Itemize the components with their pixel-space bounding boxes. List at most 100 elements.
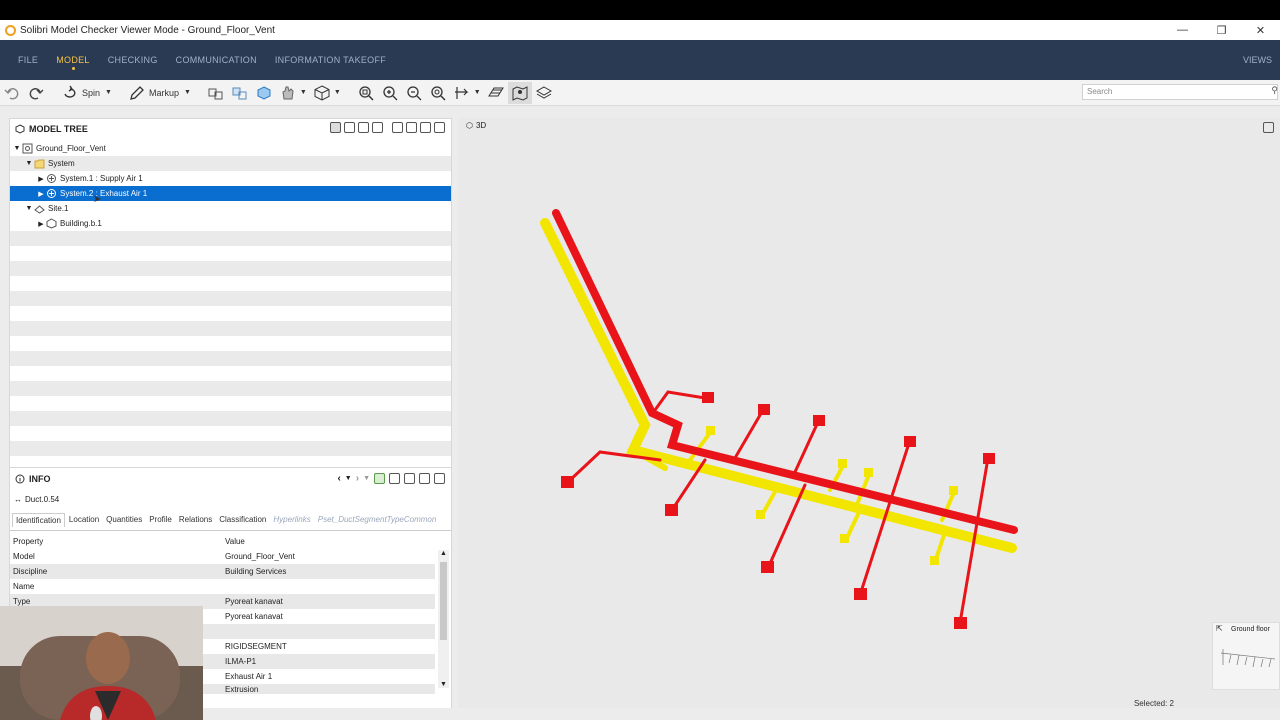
empty-row [10,411,451,426]
presenter-image [0,606,203,720]
tab-classification[interactable]: Classification [216,513,269,527]
show-all-button[interactable] [204,82,228,104]
collapse-icon[interactable]: ▼ [24,160,34,167]
exhaust-air-system[interactable] [552,209,1018,629]
tab-hyperlinks[interactable]: Hyperlinks [270,513,313,527]
tree-row-site[interactable]: ▼ Site.1 [10,201,451,216]
lock-icon[interactable] [392,122,403,133]
menu-communication[interactable]: COMMUNICATION [176,40,257,80]
transparent-button[interactable] [228,82,252,104]
tab-quantities[interactable]: Quantities [103,513,145,527]
search-icon[interactable]: ⚲ [1271,85,1278,96]
selected-object: ↔ Duct.0.54 [14,495,59,504]
redo-button[interactable] [24,82,48,104]
hand-icon [282,86,294,99]
app-icon [5,24,16,36]
building-icon [46,218,57,229]
undo-button[interactable] [0,82,24,104]
history-dropdown-icon[interactable]: ▼ [345,475,352,482]
property-name: Model [13,552,35,561]
table-row[interactable]: Name [10,579,435,594]
collapse-icon[interactable]: ▼ [24,205,34,212]
tab-identification[interactable]: Identification [12,513,65,527]
property-value: Extrusion [225,684,259,694]
system-icon [47,189,56,198]
scroll-up-icon[interactable]: ▲ [440,550,447,557]
info-header: INFO ‹ ▼ › ▼ [10,471,451,487]
tab-relations[interactable]: Relations [176,513,215,527]
table-row[interactable]: Model Ground_Floor_Vent [10,549,435,564]
collapse-icon[interactable]: ▼ [12,145,22,152]
tab-profile[interactable]: Profile [146,513,175,527]
tree-row-supply-air[interactable]: ▶ System.1 : Supply Air 1 [10,171,451,186]
scroll-down-icon[interactable]: ▼ [440,681,447,688]
main-menu-bar: FILE MODEL CHECKING COMMUNICATION INFORM… [0,40,1280,80]
tree-row-system[interactable]: ▼ System [10,156,451,171]
menu-views[interactable]: VIEWS [1243,40,1272,80]
filter-icon[interactable] [358,122,369,133]
minimize-icon[interactable]: — [1163,20,1202,40]
expand-icon[interactable]: ▶ [36,190,46,198]
search-input[interactable]: Search [1082,84,1278,100]
export-icon[interactable] [419,473,430,484]
expand-icon[interactable]: ▶ [36,220,46,228]
tree-row-building[interactable]: ▶ Building.b.1 [10,216,451,231]
tab-pset-ductsegmenttypecommon[interactable]: Pset_DuctSegmentTypeCommon [315,513,440,527]
model-tree-header: MODEL TREE [10,121,451,137]
tab-location[interactable]: Location [66,513,102,527]
layers-icon [535,85,552,99]
print-icon[interactable] [404,473,415,484]
group-icon[interactable] [372,122,383,133]
forward-icon[interactable]: › [356,473,359,484]
maximize-icon[interactable] [434,473,445,484]
tree-row-exhaust-air[interactable]: ▶ System.2 : Exhaust Air 1 [10,186,451,201]
window-controls: — ❐ ✕ [1163,20,1280,40]
location-button[interactable] [507,81,532,104]
section-button[interactable]: ▼ [450,82,484,104]
view-cube-button[interactable]: ▼ [310,82,344,104]
history-dropdown-icon[interactable]: ▼ [363,475,370,482]
link-icon[interactable] [374,473,385,484]
property-scrollbar[interactable]: ▲ ▼ [438,550,449,688]
property-value: RIGIDSEGMENT [225,642,287,651]
table-row[interactable]: Discipline Building Services [10,564,435,579]
maximize-icon[interactable] [434,122,445,133]
restore-icon[interactable]: ❐ [1202,20,1241,40]
markup-label: Markup [148,87,179,98]
zoom-in-button[interactable] [378,82,402,104]
floor-plan-minimap[interactable]: Ground floor ⇱ [1212,622,1280,690]
back-icon[interactable]: ‹ [337,473,340,484]
zoom-fit-button[interactable] [354,82,378,104]
menu-file[interactable]: FILE [18,40,38,80]
layers-button[interactable] [532,82,556,104]
duct-model[interactable] [458,118,1280,638]
empty-row [10,441,451,456]
redo-icon [29,87,44,99]
hand-button[interactable]: ▼ [276,82,310,104]
print-icon[interactable] [406,122,417,133]
markup-button[interactable]: Markup ▼ [125,82,194,104]
application-window: Solibri Model Checker Viewer Mode - Grou… [0,20,1280,720]
scrollbar-thumb[interactable] [440,562,447,640]
chevron-down-icon: ▼ [299,89,307,96]
tree-view-icon[interactable] [344,122,355,133]
isolate-button[interactable] [252,82,276,104]
cubes-icon [208,88,223,99]
menu-checking[interactable]: CHECKING [108,40,158,80]
model-tree-title: MODEL TREE [29,124,88,134]
tree-row-model[interactable]: ▼ Ground_Floor_Vent [10,141,451,156]
zoom-out-button[interactable] [402,82,426,104]
slice-button[interactable] [484,82,508,104]
system-icon [47,174,56,183]
export-icon[interactable] [420,122,431,133]
menu-information-takeoff[interactable]: INFORMATION TAKEOFF [275,40,386,80]
spin-button[interactable]: Spin ▼ [58,82,115,104]
zoom-selection-button[interactable] [426,82,450,104]
expand-icon[interactable]: ⇱ [1216,624,1223,633]
expand-icon[interactable]: ▶ [36,175,46,183]
3d-viewport[interactable]: ⬡ 3D [458,118,1280,720]
lock-icon[interactable] [389,473,400,484]
menu-model[interactable]: MODEL [56,40,90,80]
close-icon[interactable]: ✕ [1241,20,1280,40]
hierarchy-icon[interactable] [330,122,341,133]
